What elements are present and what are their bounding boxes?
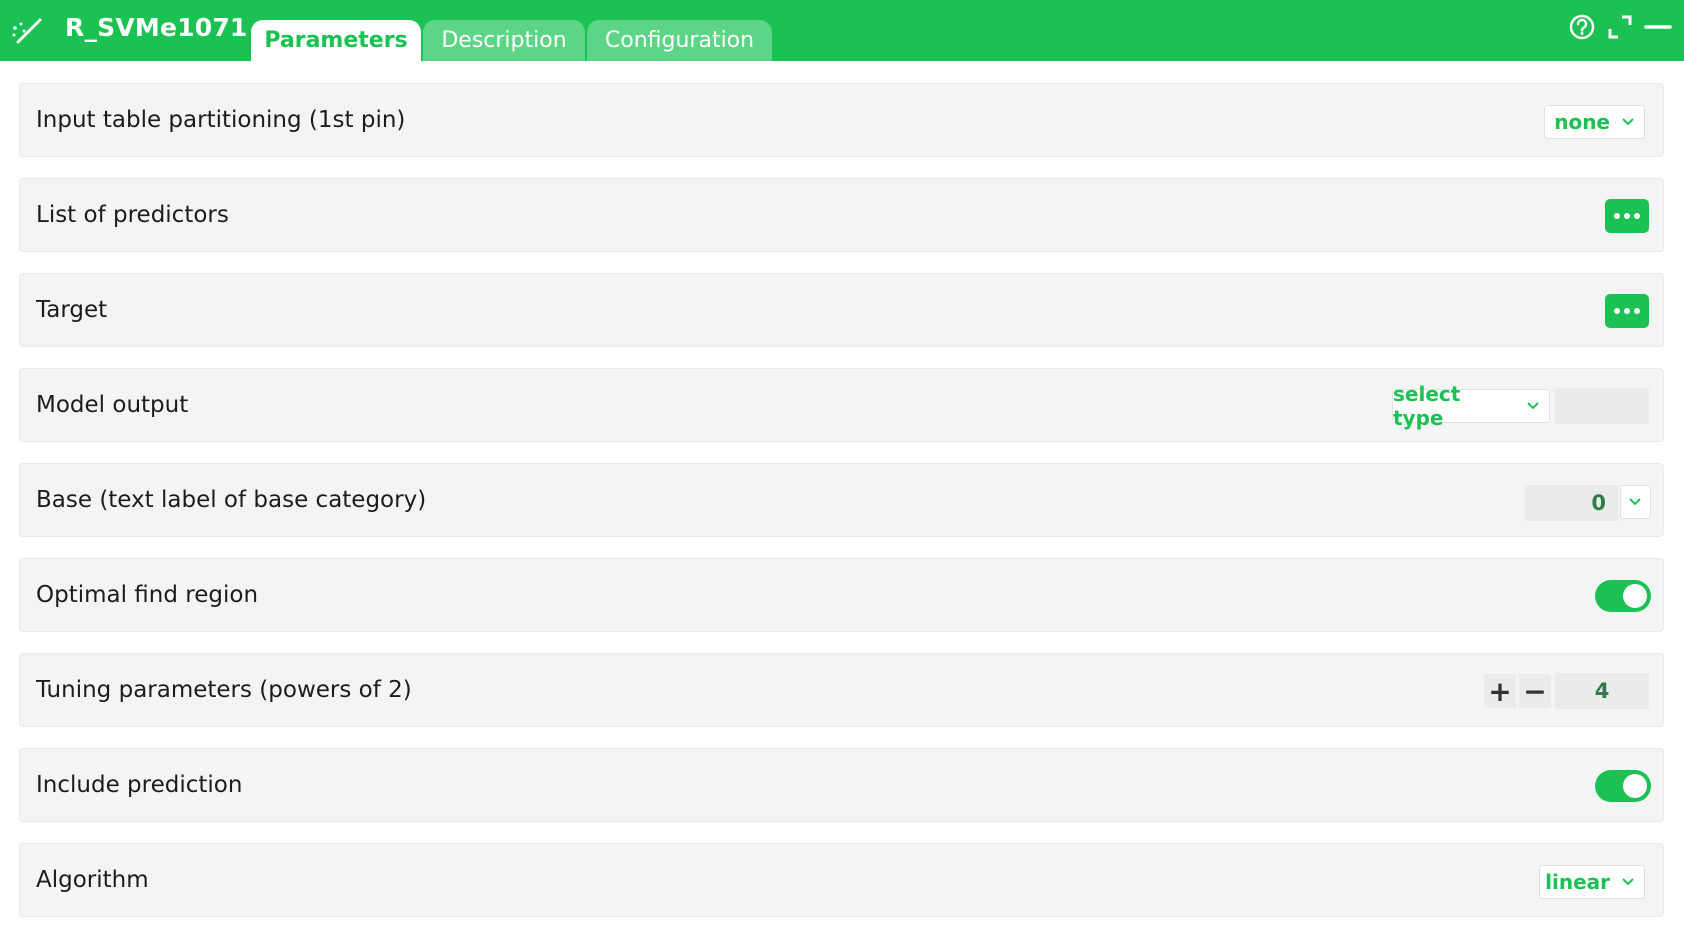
minus-icon: −: [1523, 674, 1547, 708]
base-input[interactable]: 0: [1525, 485, 1618, 521]
param-label: Model output: [36, 392, 189, 418]
plus-icon: +: [1488, 674, 1512, 708]
param-row-target: Target: [19, 273, 1664, 347]
param-label: Tuning parameters (powers of 2): [36, 677, 412, 703]
title-bar: R_SVMe1071 Parameters Description Config…: [0, 0, 1684, 61]
partitioning-value: none: [1554, 110, 1610, 134]
ellipsis-icon: [1614, 213, 1620, 219]
model-output-name-input[interactable]: [1555, 388, 1649, 424]
param-row-predictors: List of predictors: [19, 178, 1664, 252]
tab-configuration-label: Configuration: [604, 28, 755, 53]
app-title: R_SVMe1071: [65, 13, 248, 42]
param-label: Include prediction: [36, 772, 243, 798]
tab-description[interactable]: Description: [423, 20, 585, 61]
chevron-down-icon: [1622, 118, 1634, 126]
tab-parameters-label: Parameters: [264, 28, 408, 53]
help-icon[interactable]: [1567, 12, 1597, 42]
tuning-value: 4: [1594, 679, 1610, 703]
param-label: Algorithm: [36, 867, 149, 893]
param-label: Base (text label of base category): [36, 487, 427, 513]
tuning-decrement-button[interactable]: −: [1519, 674, 1551, 708]
optimal-find-toggle[interactable]: [1595, 580, 1651, 612]
param-label: Target: [36, 297, 108, 323]
param-row-optimal-find: Optimal find region: [19, 558, 1664, 632]
param-label: Optimal find region: [36, 582, 259, 608]
minimize-icon[interactable]: [1643, 12, 1673, 42]
param-row-model-output: Model output select type: [19, 368, 1664, 442]
toggle-knob: [1623, 774, 1647, 798]
predictors-more-button[interactable]: [1605, 199, 1649, 233]
param-row-base: Base (text label of base category) 0: [19, 463, 1664, 537]
model-output-type-select[interactable]: select type: [1392, 382, 1550, 430]
tuning-input[interactable]: 4: [1555, 673, 1649, 709]
expand-icon[interactable]: [1605, 12, 1635, 42]
chevron-down-icon: [1527, 402, 1539, 410]
toggle-knob: [1623, 584, 1647, 608]
base-value: 0: [1591, 491, 1606, 515]
wand-icon: [12, 18, 42, 44]
partitioning-select[interactable]: none: [1544, 105, 1645, 139]
algorithm-select[interactable]: linear: [1539, 865, 1645, 899]
param-label: List of predictors: [36, 202, 229, 228]
tuning-increment-button[interactable]: +: [1484, 674, 1516, 708]
chevron-down-icon: [1629, 498, 1641, 506]
param-row-tuning: Tuning parameters (powers of 2) + − 4: [19, 653, 1664, 727]
tab-description-label: Description: [441, 28, 567, 53]
param-row-partitioning: Input table partitioning (1st pin) none: [19, 83, 1664, 157]
algorithm-value: linear: [1545, 870, 1610, 894]
ellipsis-icon: [1614, 308, 1620, 314]
chevron-down-icon: [1622, 878, 1634, 886]
target-more-button[interactable]: [1605, 294, 1649, 328]
param-row-include-prediction: Include prediction: [19, 748, 1664, 822]
tab-parameters[interactable]: Parameters: [251, 20, 421, 61]
param-row-algorithm: Algorithm linear: [19, 843, 1664, 917]
base-dropdown-button[interactable]: [1620, 485, 1651, 519]
model-output-type-value: select type: [1393, 382, 1461, 430]
tab-configuration[interactable]: Configuration: [587, 20, 772, 61]
include-prediction-toggle[interactable]: [1595, 770, 1651, 802]
param-label: Input table partitioning (1st pin): [36, 107, 406, 133]
